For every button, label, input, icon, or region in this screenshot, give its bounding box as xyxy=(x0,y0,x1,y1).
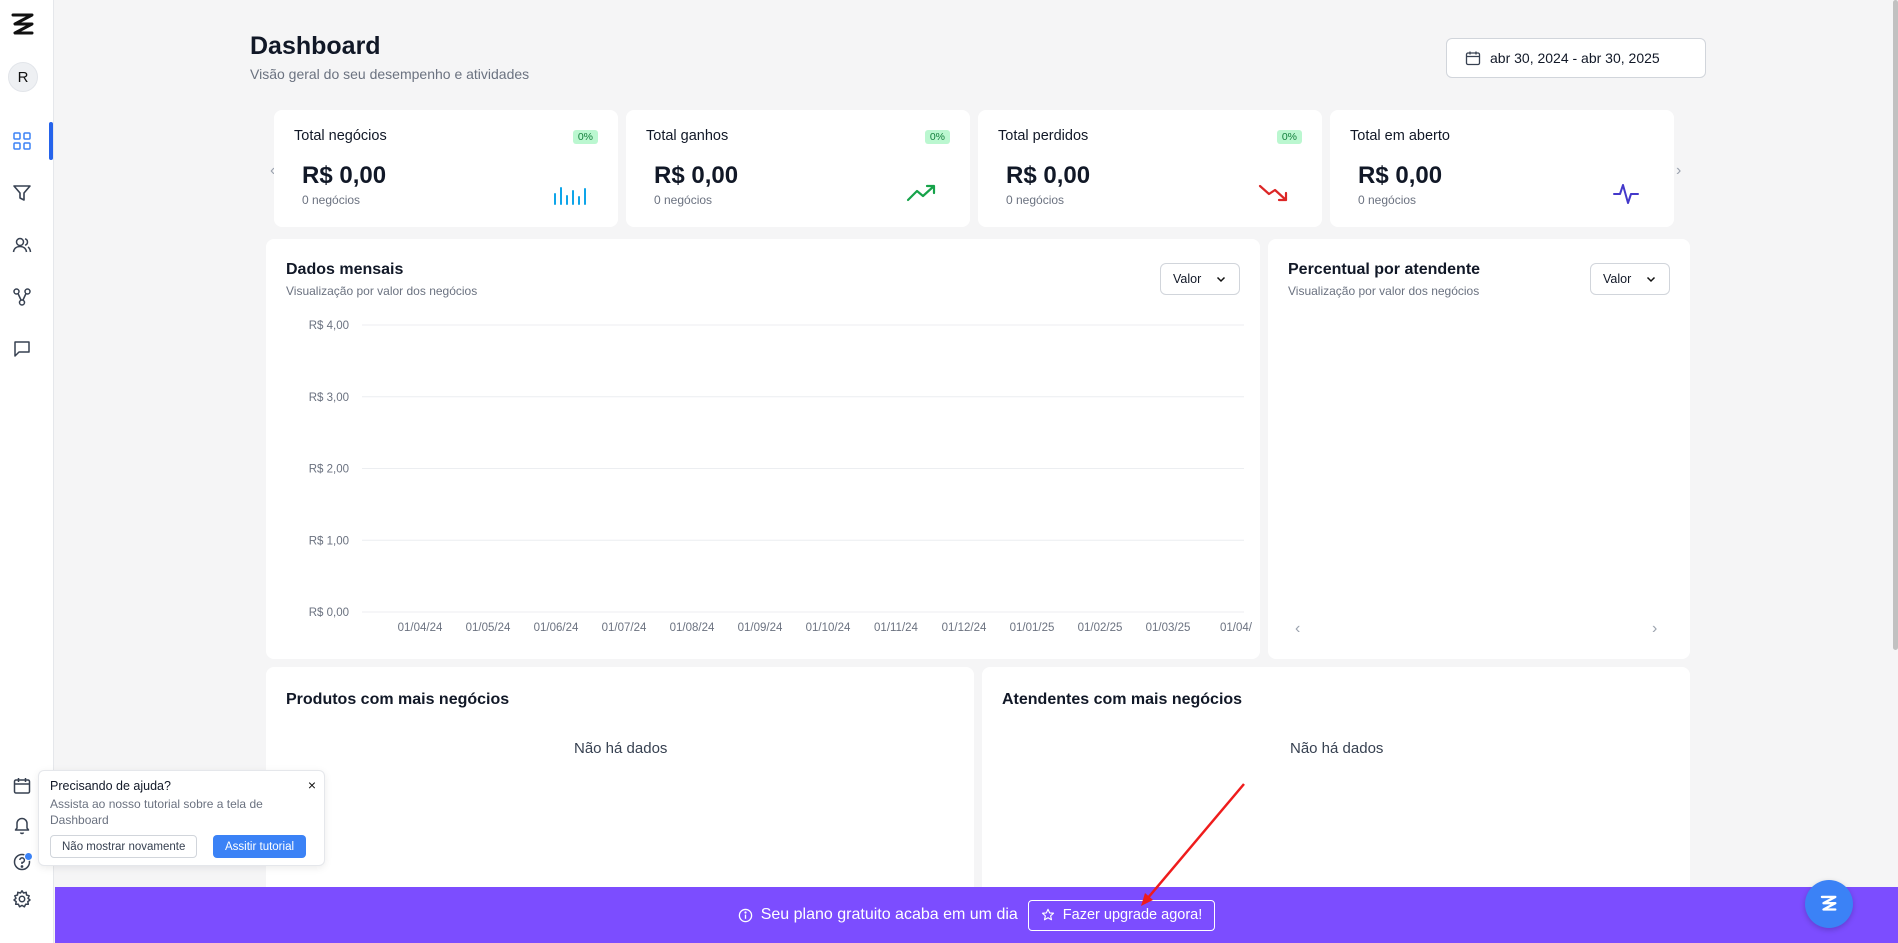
stat-card-total-won: Total ganhos 0% R$ 0,00 0 negócios xyxy=(626,110,970,227)
scrollbar[interactable] xyxy=(1893,0,1898,650)
y-tick-label: R$ 4,00 xyxy=(309,320,349,332)
dashboard-icon[interactable] xyxy=(11,130,33,152)
gear-icon[interactable] xyxy=(11,888,33,910)
close-icon[interactable]: × xyxy=(308,777,316,793)
stat-label: Total ganhos xyxy=(646,128,729,144)
date-range-text: abr 30, 2024 - abr 30, 2025 xyxy=(1490,50,1660,66)
stat-card-total-lost: Total perdidos 0% R$ 0,00 0 negócios xyxy=(978,110,1322,227)
panel-subtitle: Visualização por valor dos negócios xyxy=(1288,284,1480,298)
chart-next-button[interactable]: › xyxy=(1652,620,1657,638)
upgrade-banner: Seu plano gratuito acaba em um dia Fazer… xyxy=(55,887,1898,943)
funnel-icon[interactable] xyxy=(11,182,33,204)
x-tick-label: 01/11/24 xyxy=(874,622,919,634)
calendar-icon xyxy=(1465,51,1481,66)
panel-title: Atendentes com mais negócios xyxy=(1002,691,1243,708)
stat-label: Total negócios xyxy=(294,128,387,144)
chart-prev-button[interactable]: ‹ xyxy=(1295,620,1300,638)
monthly-line-chart: R$ 4,00 R$ 3,00 R$ 2,00 R$ 1,00 R$ 0,00 01/04… xyxy=(309,320,1253,634)
stat-sub: 0 negócios xyxy=(654,193,713,207)
help-title: Precisando de ajuda? xyxy=(50,779,171,793)
help-popup: Precisando de ajuda? × Assista ao nosso … xyxy=(38,770,325,866)
top-products-panel: Produtos com mais negócios Não há dados xyxy=(266,667,974,897)
empty-state: Não há dados xyxy=(574,740,668,757)
y-tick-label: R$ 1,00 xyxy=(309,535,349,547)
app-logo-icon xyxy=(1820,895,1837,911)
y-tick-label: R$ 0,00 xyxy=(309,607,349,619)
x-tick-label: 01/02/25 xyxy=(1078,622,1123,634)
stat-label: Total perdidos xyxy=(998,128,1089,144)
stat-value: R$ 0,00 xyxy=(1358,162,1443,189)
stat-sub: 0 negócios xyxy=(1006,193,1065,207)
x-tick-label: 01/07/24 xyxy=(602,622,647,634)
attendant-percent-panel: Percentual por atendente Visualização po… xyxy=(1268,239,1690,659)
page-title: Dashboard xyxy=(250,32,381,60)
panel-title: Produtos com mais negócios xyxy=(286,691,510,708)
stat-card-total-open: Total em aberto R$ 0,00 0 negócios xyxy=(1330,110,1674,227)
stat-value: R$ 0,00 xyxy=(302,162,387,189)
stat-card-total-deals: Total negócios 0% R$ 0,00 0 negócios xyxy=(274,110,618,227)
app-logo[interactable] xyxy=(10,12,36,40)
x-tick-label: 01/01/25 xyxy=(1010,622,1055,634)
x-tick-label: 01/03/25 xyxy=(1146,622,1191,634)
x-tick-label: 01/06/24 xyxy=(534,622,579,634)
stat-value: R$ 0,00 xyxy=(1006,162,1091,189)
date-range-picker[interactable]: abr 30, 2024 - abr 30, 2025 xyxy=(1446,38,1706,78)
info-icon xyxy=(738,908,752,922)
x-tick-label: 01/04/24 xyxy=(398,622,443,634)
stat-value: R$ 0,00 xyxy=(654,162,739,189)
y-tick-label: R$ 3,00 xyxy=(309,392,349,404)
help-text: Assista ao nosso tutorial sobre a tela d… xyxy=(50,797,263,827)
upgrade-button[interactable]: Fazer upgrade agora! xyxy=(1027,899,1216,931)
dismiss-button[interactable]: Não mostrar novamente xyxy=(50,835,198,858)
top-attendants-panel: Atendentes com mais negócios Não há dado… xyxy=(982,667,1690,897)
stat-label: Total em aberto xyxy=(1350,128,1450,144)
integrations-icon[interactable] xyxy=(11,286,33,308)
chat-support-button[interactable] xyxy=(1805,880,1853,928)
bell-icon[interactable] xyxy=(11,814,33,836)
select-value: Valor xyxy=(1603,272,1632,286)
stat-badge: 0% xyxy=(572,130,598,144)
chevron-down-icon xyxy=(1646,276,1656,283)
upgrade-button-label: Fazer upgrade agora! xyxy=(1062,907,1203,923)
stat-badge: 0% xyxy=(1276,130,1302,144)
trending-up-icon xyxy=(906,184,936,202)
y-tick-label: R$ 2,00 xyxy=(309,464,349,476)
users-icon[interactable] xyxy=(11,234,33,256)
banner-text: Seu plano gratuito acaba em um dia xyxy=(760,906,1018,923)
active-nav-indicator xyxy=(49,122,53,160)
panel-title: Percentual por atendente xyxy=(1288,261,1481,278)
trending-down-icon xyxy=(1258,184,1288,202)
x-tick-label: 01/12/24 xyxy=(942,622,987,634)
carousel-next-button[interactable]: › xyxy=(1676,162,1681,180)
value-select[interactable]: Valor xyxy=(1590,263,1670,295)
x-tick-label: 01/09/24 xyxy=(738,622,783,634)
stat-badge: 0% xyxy=(924,130,950,144)
empty-state: Não há dados xyxy=(1290,740,1384,757)
stat-sub: 0 negócios xyxy=(1358,193,1417,207)
stat-sub: 0 negócios xyxy=(302,193,361,207)
page-subtitle: Visão geral do seu desempenho e atividad… xyxy=(250,66,530,82)
activity-icon xyxy=(1613,184,1639,204)
x-tick-label: 01/10/24 xyxy=(806,622,851,634)
monthly-data-panel: Dados mensais Visualização por valor dos… xyxy=(266,239,1260,659)
bar-chart-icon xyxy=(554,187,586,205)
star-icon xyxy=(1041,908,1054,921)
avatar[interactable]: R xyxy=(8,62,38,92)
notification-dot xyxy=(24,852,33,861)
x-tick-label: 01/05/24 xyxy=(466,622,511,634)
calendar-icon[interactable] xyxy=(11,775,33,797)
watch-tutorial-button[interactable]: Assitir tutorial xyxy=(213,835,307,858)
chat-icon[interactable] xyxy=(11,338,33,360)
x-tick-label: 01/08/24 xyxy=(670,622,715,634)
x-tick-label: 01/04/ xyxy=(1220,622,1253,634)
